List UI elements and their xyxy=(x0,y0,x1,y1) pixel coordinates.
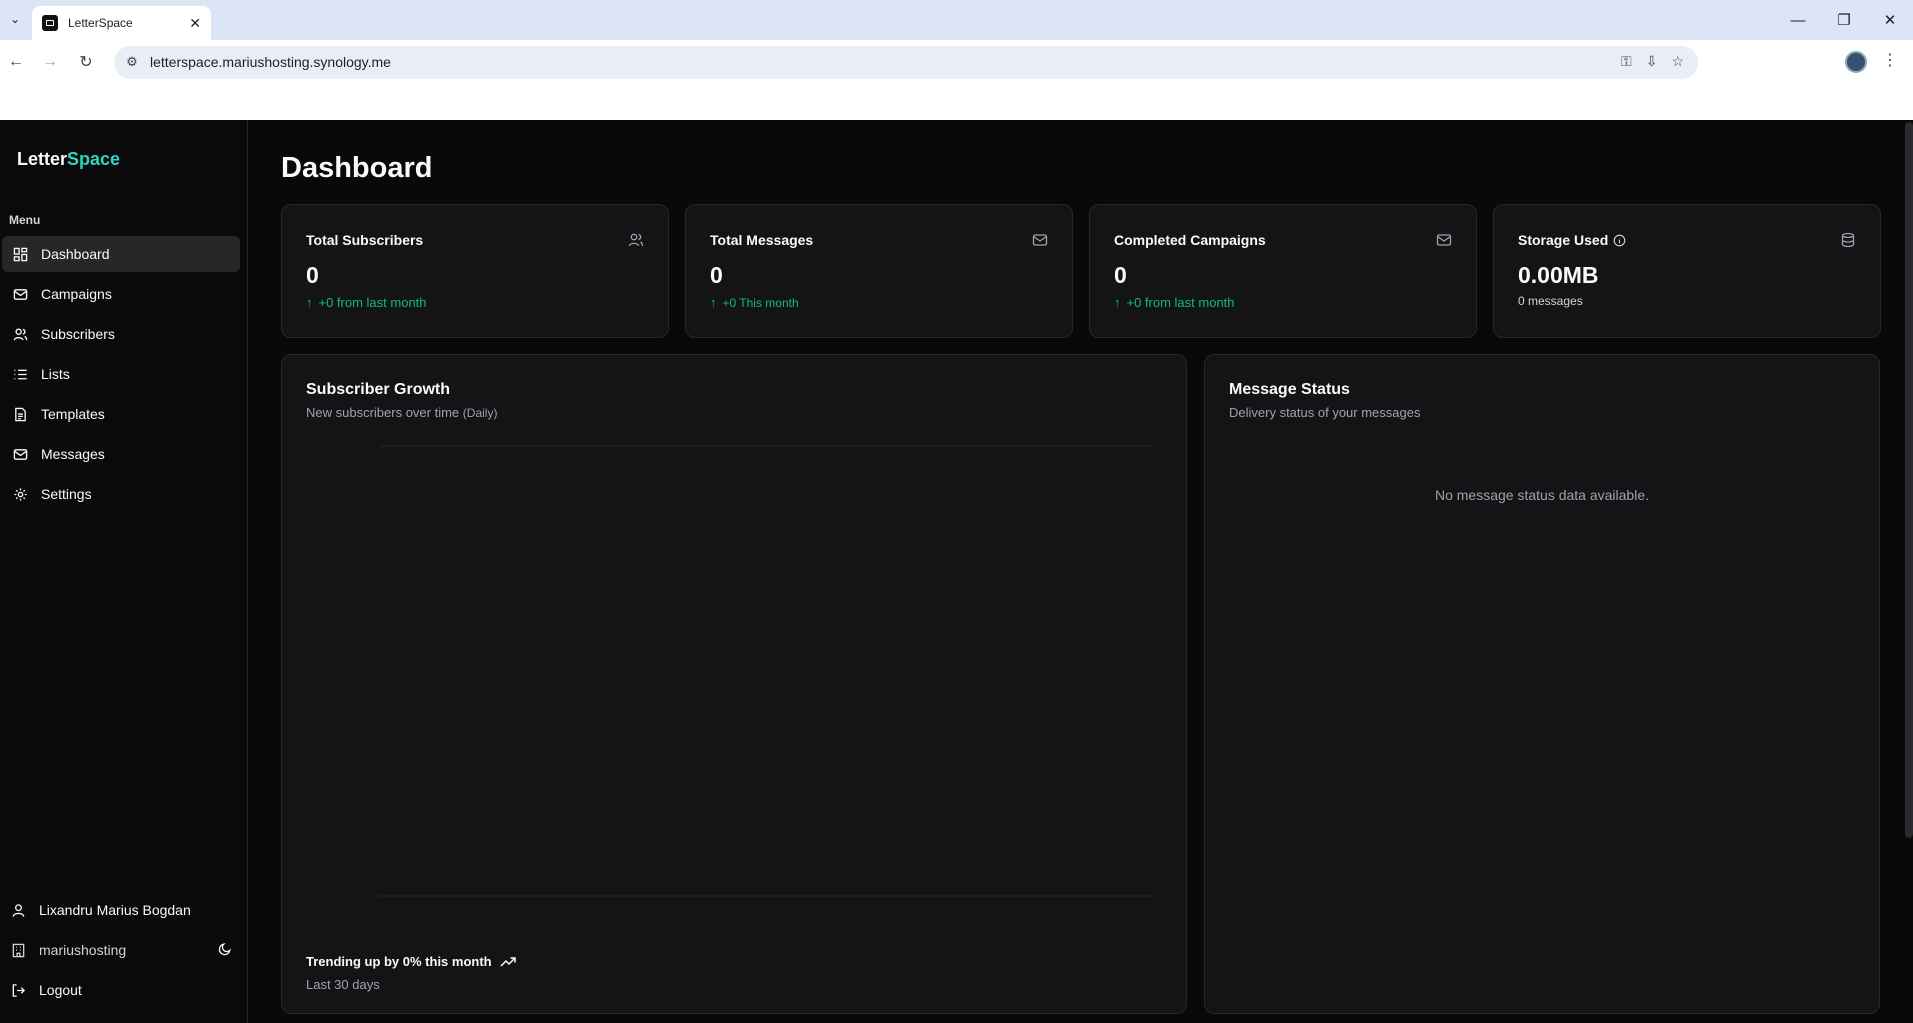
install-icon[interactable]: ⇩ xyxy=(1646,53,1658,70)
stat-title: Total Messages xyxy=(710,232,814,248)
org-name: mariushosting xyxy=(39,942,127,958)
close-icon[interactable]: ✕ xyxy=(189,15,201,32)
logout-button[interactable]: Logout xyxy=(0,970,248,1010)
arrow-up-icon: ↑ xyxy=(306,295,313,310)
tab-search-icon[interactable]: ⌄ xyxy=(4,8,26,30)
arrow-up-icon: ↑ xyxy=(710,295,717,310)
stat-value: 0.00MB xyxy=(1518,262,1599,288)
sidebar-item-label: Templates xyxy=(41,406,105,422)
browser-tab-strip: ⌄ LetterSpace ✕ — ❐ ✕ xyxy=(0,0,1913,40)
stat-change: ↑ +0 from last month xyxy=(306,295,427,310)
sidebar-item-label: Campaigns xyxy=(41,286,112,302)
stat-title: Total Subscribers xyxy=(306,232,424,248)
file-icon xyxy=(13,407,28,422)
sidebar: LetterSpace Menu Dashboard Campaigns Sub… xyxy=(0,120,248,1023)
building-icon xyxy=(11,943,26,958)
trending-up-icon xyxy=(500,956,516,967)
bookmarks-area xyxy=(0,84,1913,120)
organization[interactable]: mariushosting xyxy=(0,930,248,970)
app-root: LetterSpace Menu Dashboard Campaigns Sub… xyxy=(0,120,1913,1023)
stat-change: ↑ +0 This month xyxy=(710,295,799,310)
site-info-icon[interactable]: ⚙ xyxy=(124,54,140,70)
trend-period: Last 30 days xyxy=(306,977,380,992)
mail-icon xyxy=(1032,232,1048,248)
users-icon xyxy=(13,327,28,342)
logout-icon xyxy=(11,983,26,998)
sidebar-item-templates[interactable]: Templates xyxy=(2,396,240,432)
reload-icon[interactable]: ↻ xyxy=(74,50,98,74)
main-content: Dashboard Total Subscribers 0 ↑ +0 from l… xyxy=(249,120,1913,1023)
stat-card-total-messages: Total Messages 0 ↑ +0 This month xyxy=(685,204,1073,338)
card-subtitle: Delivery status of your messages xyxy=(1229,405,1421,420)
stat-sub: 0 messages xyxy=(1518,294,1583,308)
window-close-icon[interactable]: ✕ xyxy=(1867,0,1913,40)
page-title: Dashboard xyxy=(281,152,433,184)
info-icon[interactable] xyxy=(1613,234,1626,247)
list-icon xyxy=(13,367,28,382)
browser-tab[interactable]: LetterSpace ✕ xyxy=(32,6,211,40)
sidebar-item-dashboard[interactable]: Dashboard xyxy=(2,236,240,272)
gear-icon xyxy=(13,487,28,502)
sidebar-item-subscribers[interactable]: Subscribers xyxy=(2,316,240,352)
sidebar-nav: Dashboard Campaigns Subscribers Lists Te… xyxy=(0,236,248,516)
profile-avatar[interactable] xyxy=(1845,51,1867,73)
sidebar-item-campaigns[interactable]: Campaigns xyxy=(2,276,240,312)
subscriber-growth-card: Subscriber Growth New subscribers over t… xyxy=(281,354,1187,1014)
sidebar-item-label: Lists xyxy=(41,366,70,382)
sidebar-item-lists[interactable]: Lists xyxy=(2,356,240,392)
stat-title: Completed Campaigns xyxy=(1114,232,1266,248)
address-bar[interactable]: ⚙ letterspace.mariushosting.synology.me … xyxy=(114,46,1698,79)
stat-value: 0 xyxy=(306,262,319,288)
sidebar-footer: Lixandru Marius Bogdan mariushosting Log… xyxy=(0,890,248,1010)
theme-toggle-moon-icon[interactable] xyxy=(218,942,232,959)
logout-label: Logout xyxy=(39,982,82,998)
user-profile[interactable]: Lixandru Marius Bogdan xyxy=(0,890,248,930)
scrollbar[interactable] xyxy=(1905,122,1913,838)
favicon-icon xyxy=(42,15,58,31)
sidebar-item-settings[interactable]: Settings xyxy=(2,476,240,512)
tab-title: LetterSpace xyxy=(68,16,133,30)
restore-icon[interactable]: ❐ xyxy=(1821,0,1867,40)
back-icon[interactable]: ← xyxy=(4,50,28,74)
mail-icon xyxy=(13,287,28,302)
key-icon[interactable]: ⚿ xyxy=(1621,53,1632,70)
card-title: Message Status xyxy=(1229,381,1350,398)
dashboard-icon xyxy=(13,247,28,262)
users-icon xyxy=(628,232,644,248)
trend-summary: Trending up by 0% this month xyxy=(306,954,516,969)
star-icon[interactable]: ☆ xyxy=(1671,53,1684,70)
sidebar-item-label: Subscribers xyxy=(41,326,115,342)
browser-menu-icon[interactable]: ⋮ xyxy=(1882,50,1898,70)
empty-state-text: No message status data available. xyxy=(1434,487,1649,503)
sidebar-item-label: Dashboard xyxy=(41,246,110,262)
stat-change: ↑ +0 from last month xyxy=(1114,295,1235,310)
subscriber-growth-chart xyxy=(378,445,1152,897)
app-logo[interactable]: LetterSpace xyxy=(17,149,120,170)
user-name: Lixandru Marius Bogdan xyxy=(39,902,191,918)
mail-icon xyxy=(1436,232,1452,248)
url-text[interactable]: letterspace.mariushosting.synology.me xyxy=(150,54,391,70)
sidebar-item-label: Messages xyxy=(41,446,105,462)
stat-title: Storage Used xyxy=(1518,232,1626,248)
arrow-up-icon: ↑ xyxy=(1114,295,1121,310)
user-icon xyxy=(11,903,26,918)
forward-icon[interactable]: → xyxy=(38,50,62,74)
message-status-card: Message Status Delivery status of your m… xyxy=(1204,354,1880,1014)
sidebar-item-label: Settings xyxy=(41,486,92,502)
sidebar-item-messages[interactable]: Messages xyxy=(2,436,240,472)
database-icon xyxy=(1840,232,1856,248)
minimize-icon[interactable]: — xyxy=(1775,0,1821,40)
stat-value: 0 xyxy=(710,262,723,288)
stat-value: 0 xyxy=(1114,262,1127,288)
stat-card-total-subscribers: Total Subscribers 0 ↑ +0 from last month xyxy=(281,204,669,338)
stat-card-storage-used: Storage Used 0.00MB 0 messages xyxy=(1493,204,1881,338)
menu-label: Menu xyxy=(9,213,41,227)
stat-card-completed-campaigns: Completed Campaigns 0 ↑ +0 from last mont… xyxy=(1089,204,1477,338)
mail-icon xyxy=(13,447,28,462)
